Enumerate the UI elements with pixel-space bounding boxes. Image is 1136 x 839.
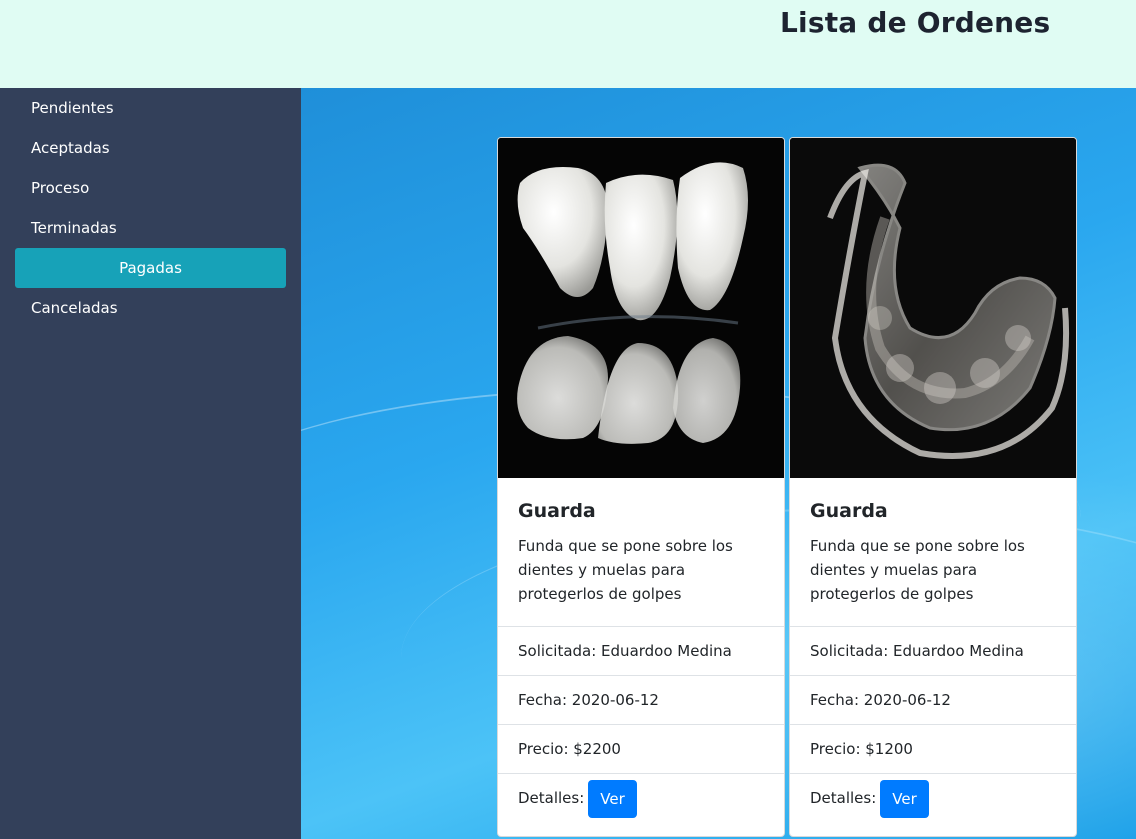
dental-crown-image (498, 138, 784, 478)
details-label: Detalles: (810, 789, 877, 807)
details-label: Detalles: (518, 789, 585, 807)
sidebar-item-pendientes[interactable]: Pendientes (15, 88, 286, 128)
card-description: Funda que se pone sobre los dientes y mu… (518, 537, 733, 603)
requested-by: Solicitada: Eduardoo Medina (498, 626, 784, 675)
page-header: Lista de Ordenes (0, 0, 1136, 88)
sidebar-item-canceladas[interactable]: Canceladas (15, 288, 286, 328)
sidebar-item-pagadas[interactable]: Pagadas (15, 248, 286, 288)
order-card: Guarda Funda que se pone sobre los dient… (497, 137, 785, 837)
details-row: Detalles: Ver (498, 773, 784, 822)
card-body: Guarda Funda que se pone sobre los dient… (518, 498, 768, 606)
view-button[interactable]: Ver (588, 779, 637, 818)
main-content: Guarda Funda que se pone sobre los dient… (301, 88, 1136, 839)
clear-aligner-image (790, 138, 1076, 478)
requested-by: Solicitada: Eduardoo Medina (790, 626, 1076, 675)
order-date: Fecha: 2020-06-12 (790, 675, 1076, 724)
order-price: Precio: $2200 (498, 724, 784, 773)
order-date: Fecha: 2020-06-12 (498, 675, 784, 724)
sidebar: Pendientes Aceptadas Proceso Terminadas … (0, 88, 301, 839)
order-card: Guarda Funda que se pone sobre los dient… (789, 137, 1077, 837)
card-title: Guarda (518, 500, 596, 522)
page-title: Lista de Ordenes (780, 6, 1051, 39)
card-title: Guarda (810, 500, 888, 522)
order-price: Precio: $1200 (790, 724, 1076, 773)
sidebar-item-aceptadas[interactable]: Aceptadas (15, 128, 286, 168)
sidebar-item-terminadas[interactable]: Terminadas (15, 208, 286, 248)
view-button[interactable]: Ver (880, 779, 929, 818)
details-row: Detalles: Ver (790, 773, 1076, 822)
card-body: Guarda Funda que se pone sobre los dient… (810, 498, 1060, 606)
card-description: Funda que se pone sobre los dientes y mu… (810, 537, 1025, 603)
sidebar-item-proceso[interactable]: Proceso (15, 168, 286, 208)
